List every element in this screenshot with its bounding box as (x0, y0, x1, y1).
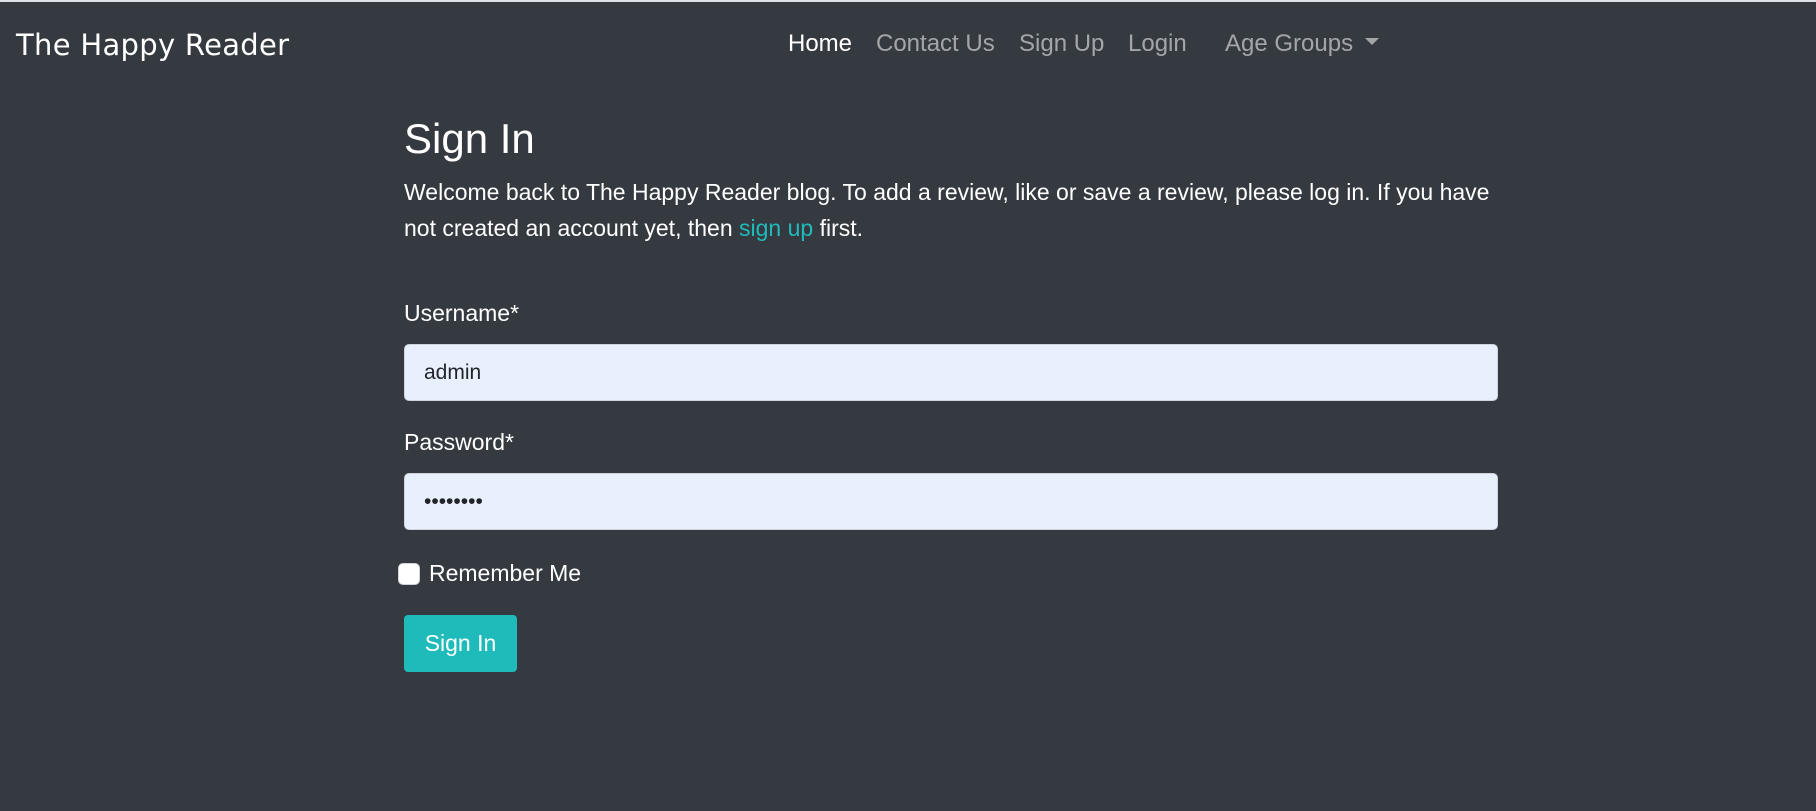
page-title: Sign In (404, 115, 535, 162)
username-label: Username* (404, 300, 520, 326)
sign-in-button[interactable]: Sign In (404, 615, 517, 672)
username-input[interactable] (404, 344, 1498, 401)
nav-sign-up[interactable]: Sign Up (1019, 30, 1104, 58)
top-border (0, 0, 1816, 2)
intro-text-end: first. (813, 215, 864, 241)
nav-home[interactable]: Home (788, 30, 852, 58)
sign-up-link[interactable]: sign up (739, 215, 813, 241)
password-input[interactable] (404, 473, 1498, 530)
remember-me-checkbox[interactable] (398, 562, 420, 585)
intro-text: Welcome back to The Happy Reader blog. T… (404, 174, 1498, 246)
password-label: Password* (404, 429, 514, 455)
brand-logo[interactable]: The Happy Reader (16, 28, 289, 62)
nav-contact-us[interactable]: Contact Us (876, 30, 995, 58)
caret-down-icon (1365, 38, 1380, 46)
intro-text-start: Welcome back to The Happy Reader blog. T… (404, 179, 1490, 241)
nav-login[interactable]: Login (1128, 30, 1187, 58)
remember-me-label[interactable]: Remember Me (429, 560, 581, 587)
nav-age-groups-dropdown[interactable]: Age Groups (1225, 30, 1380, 58)
signin-section: Sign In Welcome back to The Happy Reader… (398, 112, 1498, 672)
age-groups-label: Age Groups (1225, 30, 1354, 57)
remember-me-row: Remember Me (398, 560, 581, 587)
